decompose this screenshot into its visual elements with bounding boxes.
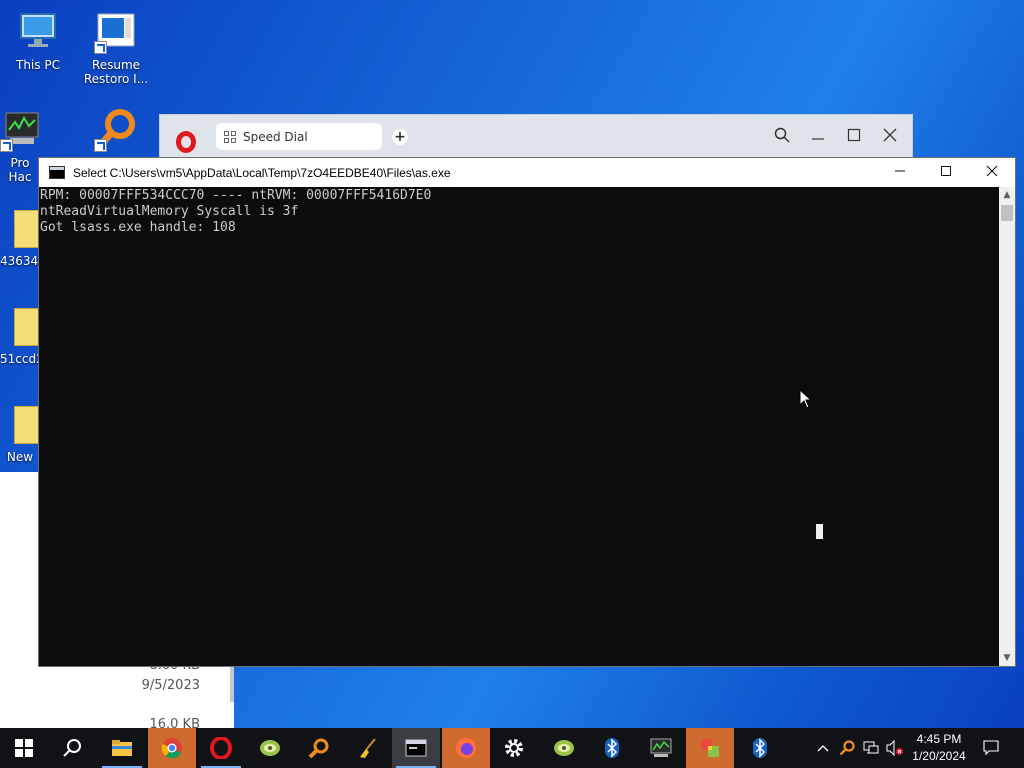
- window-title: Select C:\Users\vm5\AppData\Local\Temp\7…: [73, 165, 451, 180]
- desktop-icon-restoro[interactable]: Resume Restoro I...: [78, 10, 154, 86]
- tray-volume-muted[interactable]: [884, 728, 906, 768]
- desktop-icon-this-pc[interactable]: This PC: [0, 10, 76, 72]
- desktop-icon-process-hacker[interactable]: Pro Hac: [0, 108, 40, 184]
- taskbar-bluetooth-2[interactable]: [736, 728, 784, 768]
- taskbar: 4:45 PM 1/20/2024: [0, 728, 1024, 768]
- opera-icon: [210, 737, 232, 759]
- desktop-icon-label: 51ccd2: [0, 352, 40, 366]
- broom-icon: [360, 738, 376, 758]
- close-button[interactable]: [969, 158, 1015, 187]
- taskbar-kiwi-2[interactable]: [540, 728, 588, 768]
- shortcut-arrow-icon: [0, 139, 13, 152]
- tab-label: Speed Dial: [243, 129, 308, 144]
- process-hacker-icon: [650, 738, 672, 757]
- new-tab-button[interactable]: +: [392, 129, 408, 145]
- vertical-scrollbar[interactable]: ▲ ▼: [999, 187, 1015, 666]
- chrome-icon: [161, 738, 182, 759]
- folder-icon: [0, 304, 40, 348]
- console-icon: [405, 739, 427, 757]
- desktop-icon-label: 436346: [0, 254, 40, 268]
- search-icon[interactable]: [772, 127, 792, 147]
- console-app-icon: [49, 166, 65, 179]
- monitor-icon: [16, 10, 60, 54]
- minimize-button[interactable]: [808, 127, 828, 147]
- shortcut-arrow-icon: [94, 41, 107, 54]
- tab-speed-dial[interactable]: Speed Dial: [216, 123, 382, 150]
- minimize-button[interactable]: [877, 158, 923, 187]
- scroll-up-arrow-icon[interactable]: ▲: [999, 187, 1015, 203]
- console-line: ntReadVirtualMemory Syscall is 3f: [40, 204, 299, 219]
- desktop-icon-label: This PC: [16, 58, 60, 72]
- taskbar-firefox[interactable]: [442, 728, 490, 768]
- shortcut-arrow-icon: [94, 139, 107, 152]
- taskbar-chrome[interactable]: [148, 728, 196, 768]
- desktop-icon-folder-new[interactable]: New: [0, 402, 40, 464]
- taskbar-process-hacker[interactable]: [637, 728, 685, 768]
- scroll-down-arrow-icon[interactable]: ▼: [999, 650, 1015, 666]
- mouse-pointer-icon: [799, 388, 813, 409]
- folder-icon: [112, 740, 132, 756]
- network-icon: [863, 741, 879, 754]
- console-line: RPM: 00007FFF534CCC70 ---- ntRVM: 00007F…: [40, 188, 432, 203]
- taskbar-bluetooth[interactable]: [588, 728, 636, 768]
- clock-time: 4:45 PM: [916, 732, 962, 746]
- folder-icon: [0, 206, 40, 250]
- taskbar-cube-app[interactable]: [686, 728, 734, 768]
- search-magnifier-icon: [308, 738, 329, 759]
- speed-dial-grid-icon: [224, 130, 236, 143]
- close-button[interactable]: [880, 127, 900, 147]
- taskbar-opera[interactable]: [197, 728, 245, 768]
- text-cursor-block: [816, 524, 823, 539]
- clock-date: 1/20/2024: [912, 749, 966, 763]
- desktop-icon-folder-51ccd2[interactable]: 51ccd2: [0, 304, 40, 366]
- speaker-muted-icon: [886, 740, 903, 756]
- process-hacker-icon: [0, 108, 40, 152]
- maximize-button[interactable]: [844, 127, 864, 147]
- chevron-up-icon: [817, 745, 829, 752]
- taskbar-search-button[interactable]: [48, 728, 96, 768]
- bluetooth-icon: [753, 738, 767, 758]
- tray-search-tool[interactable]: [836, 728, 858, 768]
- maximize-button[interactable]: [923, 158, 969, 187]
- file-date-text: 9/5/2023: [141, 678, 200, 693]
- taskbar-file-explorer[interactable]: [98, 728, 146, 768]
- gear-icon: [505, 739, 523, 757]
- search-magnifier-icon: [94, 108, 138, 152]
- taskbar-clock[interactable]: 4:45 PM 1/20/2024: [906, 731, 972, 765]
- console-output[interactable]: RPM: 00007FFF534CCC70 ---- ntRVM: 00007F…: [39, 187, 999, 666]
- action-center-button[interactable]: [980, 728, 1002, 768]
- windows-logo-icon: [15, 739, 33, 757]
- taskbar-kiwi[interactable]: [246, 728, 294, 768]
- desktop-icon-label: Pro Hac: [8, 156, 32, 184]
- desktop-icon-folder-436346[interactable]: 436346: [0, 206, 40, 268]
- scrollbar-thumb[interactable]: [1001, 205, 1013, 221]
- cube-icon: [701, 739, 719, 757]
- kiwi-icon: [260, 740, 280, 756]
- tray-network[interactable]: [860, 728, 882, 768]
- notification-icon: [983, 740, 999, 756]
- search-icon: [63, 739, 81, 757]
- console-titlebar[interactable]: Select C:\Users\vm5\AppData\Local\Temp\7…: [39, 158, 1015, 187]
- bluetooth-icon: [605, 738, 619, 758]
- folder-icon: [0, 402, 40, 446]
- taskbar-search-tool[interactable]: [295, 728, 343, 768]
- desktop-icon-label: Resume Restoro I...: [83, 58, 149, 86]
- kiwi-icon: [554, 740, 574, 756]
- show-hidden-icons-button[interactable]: [812, 728, 834, 768]
- console-window: Select C:\Users\vm5\AppData\Local\Temp\7…: [38, 157, 1016, 667]
- taskbar-console[interactable]: [392, 728, 440, 768]
- restoro-icon: [94, 10, 138, 54]
- desktop-icon-search-tool[interactable]: [78, 108, 154, 156]
- taskbar-settings[interactable]: [490, 728, 538, 768]
- desktop-icon-label: New: [6, 450, 34, 464]
- taskbar-cleaner[interactable]: [344, 728, 392, 768]
- start-button[interactable]: [0, 728, 48, 768]
- opera-logo-icon[interactable]: [176, 131, 196, 153]
- search-magnifier-icon: [839, 740, 855, 756]
- console-line: Got lsass.exe handle: 108: [40, 220, 236, 235]
- firefox-icon: [456, 738, 476, 758]
